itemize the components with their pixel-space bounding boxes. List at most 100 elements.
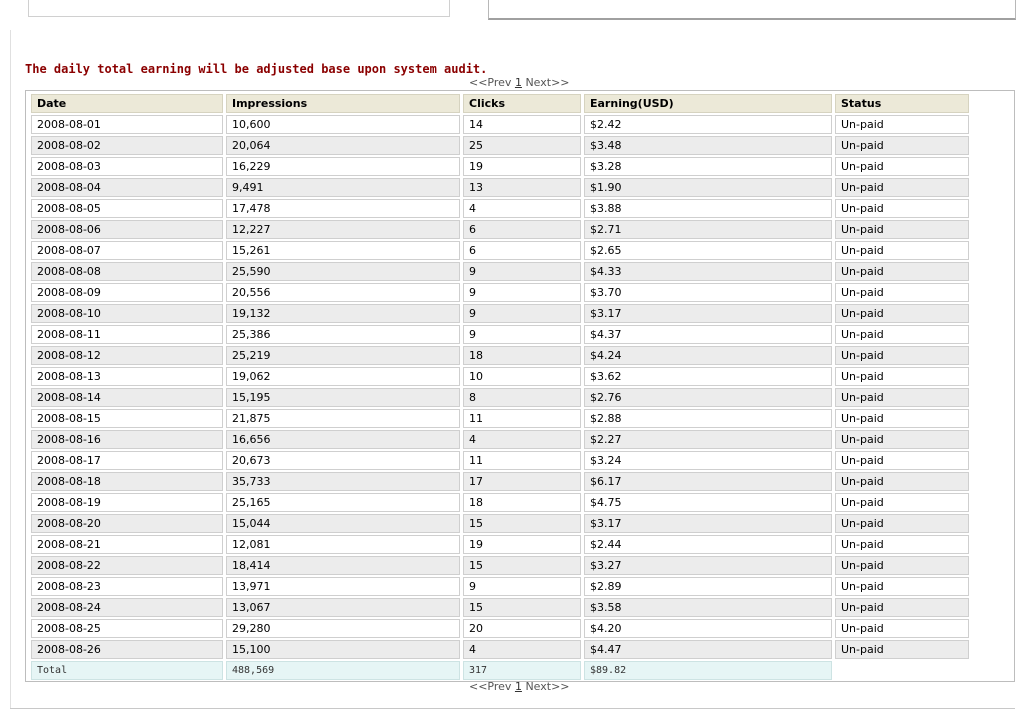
date-cell: 2008-08-03 [31, 157, 223, 176]
clicks-cell: 4 [463, 640, 581, 659]
column-header-clicks[interactable]: Clicks [463, 94, 581, 113]
top-panel-left [28, 0, 450, 17]
impressions-cell: 18,414 [226, 556, 460, 575]
earnings-table: Date Impressions Clicks Earning(USD) Sta… [28, 92, 972, 682]
impressions-cell: 9,491 [226, 178, 460, 197]
earnings-table-panel: Date Impressions Clicks Earning(USD) Sta… [25, 90, 1015, 682]
clicks-cell: 25 [463, 136, 581, 155]
date-cell: 2008-08-06 [31, 220, 223, 239]
earning-cell: $2.65 [584, 241, 832, 260]
clicks-cell: 11 [463, 409, 581, 428]
column-header-date[interactable]: Date [31, 94, 223, 113]
earning-cell: $3.58 [584, 598, 832, 617]
table-row: 2008-08-07 15,261 6 $2.65 Un-paid [31, 241, 969, 260]
impressions-cell: 20,556 [226, 283, 460, 302]
clicks-cell: 14 [463, 115, 581, 134]
clicks-cell: 6 [463, 220, 581, 239]
date-cell: 2008-08-24 [31, 598, 223, 617]
impressions-cell: 29,280 [226, 619, 460, 638]
date-cell: 2008-08-15 [31, 409, 223, 428]
earning-cell: $3.17 [584, 514, 832, 533]
impressions-cell: 15,044 [226, 514, 460, 533]
table-body: 2008-08-01 10,600 14 $2.42 Un-paid 2008-08-02… [31, 115, 969, 659]
clicks-cell: 9 [463, 325, 581, 344]
impressions-cell: 15,100 [226, 640, 460, 659]
total-impressions: 488,569 [226, 661, 460, 680]
impressions-cell: 25,590 [226, 262, 460, 281]
earning-cell: $6.17 [584, 472, 832, 491]
date-cell: 2008-08-17 [31, 451, 223, 470]
column-header-earning[interactable]: Earning(USD) [584, 94, 832, 113]
impressions-cell: 16,229 [226, 157, 460, 176]
table-row: 2008-08-03 16,229 19 $3.28 Un-paid [31, 157, 969, 176]
audit-notice: The daily total earning will be adjusted… [25, 62, 488, 76]
earning-cell: $2.42 [584, 115, 832, 134]
earning-cell: $2.76 [584, 388, 832, 407]
clicks-cell: 19 [463, 157, 581, 176]
earning-cell: $2.89 [584, 577, 832, 596]
prev-link[interactable]: <<Prev [469, 680, 511, 693]
table-row: 2008-08-14 15,195 8 $2.76 Un-paid [31, 388, 969, 407]
earning-cell: $2.44 [584, 535, 832, 554]
table-row: 2008-08-24 13,067 15 $3.58 Un-paid [31, 598, 969, 617]
clicks-cell: 18 [463, 493, 581, 512]
status-cell: Un-paid [835, 157, 969, 176]
clicks-cell: 4 [463, 199, 581, 218]
earning-cell: $1.90 [584, 178, 832, 197]
table-row: 2008-08-13 19,062 10 $3.62 Un-paid [31, 367, 969, 386]
impressions-cell: 13,067 [226, 598, 460, 617]
status-cell: Un-paid [835, 388, 969, 407]
table-row: 2008-08-10 19,132 9 $3.17 Un-paid [31, 304, 969, 323]
column-header-impressions[interactable]: Impressions [226, 94, 460, 113]
clicks-cell: 20 [463, 619, 581, 638]
earning-cell: $4.20 [584, 619, 832, 638]
table-row: 2008-08-02 20,064 25 $3.48 Un-paid [31, 136, 969, 155]
earning-cell: $4.24 [584, 346, 832, 365]
clicks-cell: 19 [463, 535, 581, 554]
date-cell: 2008-08-26 [31, 640, 223, 659]
table-row: 2008-08-25 29,280 20 $4.20 Un-paid [31, 619, 969, 638]
impressions-cell: 25,165 [226, 493, 460, 512]
impressions-cell: 15,195 [226, 388, 460, 407]
pager-top: <<Prev 1 Next>> [469, 76, 570, 89]
earning-cell: $3.48 [584, 136, 832, 155]
table-row: 2008-08-19 25,165 18 $4.75 Un-paid [31, 493, 969, 512]
impressions-cell: 25,219 [226, 346, 460, 365]
table-row: 2008-08-20 15,044 15 $3.17 Un-paid [31, 514, 969, 533]
impressions-cell: 35,733 [226, 472, 460, 491]
prev-link[interactable]: <<Prev [469, 76, 511, 89]
page-left-border [10, 30, 11, 708]
date-cell: 2008-08-01 [31, 115, 223, 134]
status-cell: Un-paid [835, 577, 969, 596]
page-number-link[interactable]: 1 [515, 76, 522, 89]
column-header-status[interactable]: Status [835, 94, 969, 113]
earning-cell: $3.70 [584, 283, 832, 302]
status-cell: Un-paid [835, 640, 969, 659]
status-cell: Un-paid [835, 556, 969, 575]
earning-cell: $4.33 [584, 262, 832, 281]
impressions-cell: 12,081 [226, 535, 460, 554]
date-cell: 2008-08-21 [31, 535, 223, 554]
impressions-cell: 19,062 [226, 367, 460, 386]
impressions-cell: 12,227 [226, 220, 460, 239]
clicks-cell: 13 [463, 178, 581, 197]
earning-cell: $2.71 [584, 220, 832, 239]
status-cell: Un-paid [835, 493, 969, 512]
status-cell: Un-paid [835, 199, 969, 218]
total-clicks: 317 [463, 661, 581, 680]
earning-cell: $2.88 [584, 409, 832, 428]
table-row: 2008-08-01 10,600 14 $2.42 Un-paid [31, 115, 969, 134]
next-link[interactable]: Next>> [525, 76, 569, 89]
total-label: Total [31, 661, 223, 680]
status-cell: Un-paid [835, 598, 969, 617]
impressions-cell: 13,971 [226, 577, 460, 596]
next-link[interactable]: Next>> [525, 680, 569, 693]
page-number-link[interactable]: 1 [515, 680, 522, 693]
clicks-cell: 4 [463, 430, 581, 449]
date-cell: 2008-08-20 [31, 514, 223, 533]
clicks-cell: 9 [463, 262, 581, 281]
date-cell: 2008-08-09 [31, 283, 223, 302]
table-row: 2008-08-16 16,656 4 $2.27 Un-paid [31, 430, 969, 449]
status-cell: Un-paid [835, 262, 969, 281]
status-cell: Un-paid [835, 472, 969, 491]
